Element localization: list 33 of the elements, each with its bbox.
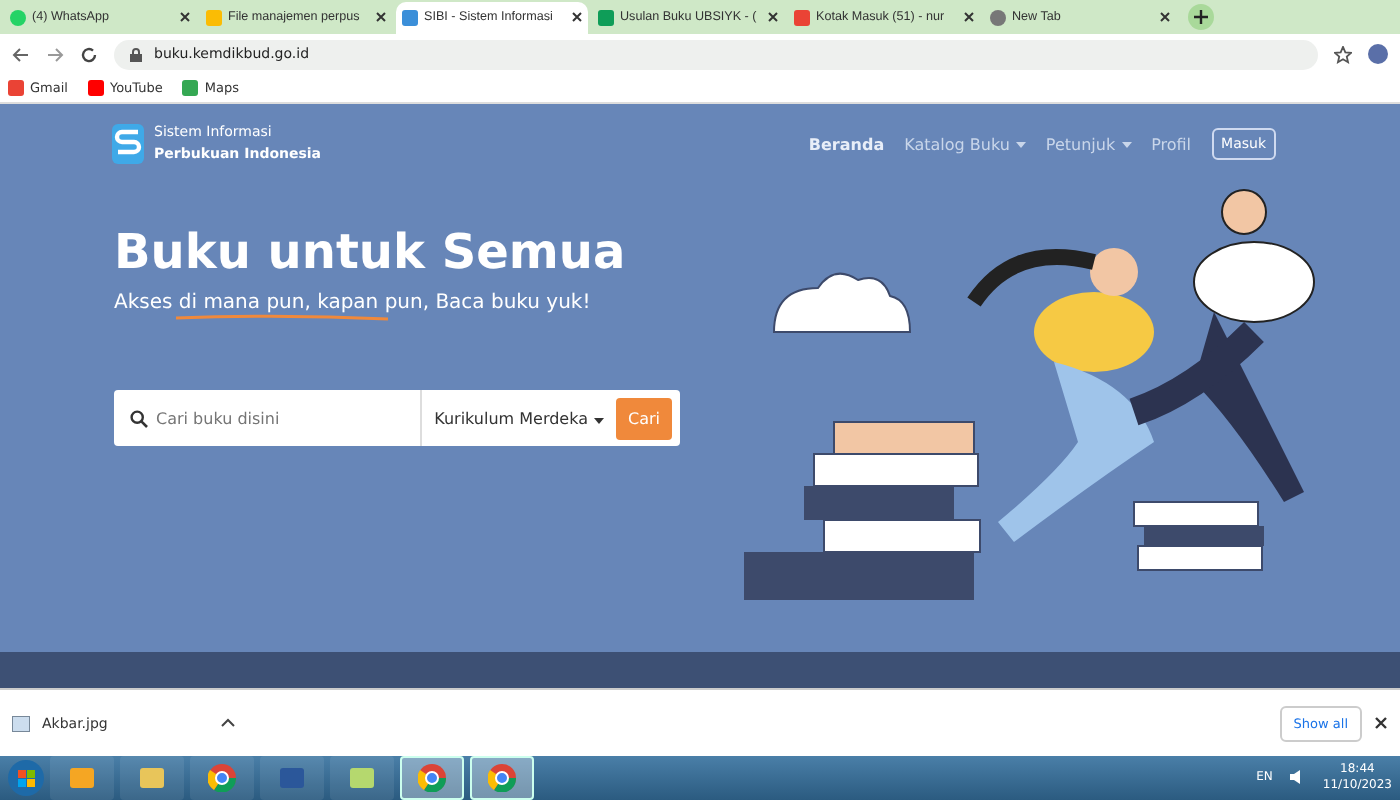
caret-icon[interactable]	[219, 718, 236, 729]
back-arrow-icon[interactable]	[12, 45, 30, 64]
logo-icon	[402, 9, 418, 26]
avatar-icon[interactable]	[1368, 44, 1388, 65]
image-file-icon	[12, 715, 30, 732]
browser-icon	[488, 763, 516, 792]
close-icon[interactable]	[768, 12, 778, 23]
taskbar-app[interactable]	[400, 755, 464, 800]
caret-icon	[594, 417, 604, 424]
close-icon[interactable]	[1374, 716, 1388, 731]
close-icon[interactable]	[964, 12, 974, 23]
reload-icon[interactable]	[80, 45, 98, 64]
star-icon[interactable]	[1334, 45, 1352, 64]
taskbar-app[interactable]	[470, 755, 534, 800]
logo-icon	[112, 124, 144, 165]
browser-icon	[418, 763, 446, 792]
search-icon	[130, 409, 148, 428]
taskbar-app[interactable]	[50, 755, 114, 800]
taskbar-app[interactable]	[190, 755, 254, 800]
start-button-icon[interactable]	[8, 759, 44, 796]
taskbar-app[interactable]	[120, 755, 184, 800]
close-icon[interactable]	[180, 12, 190, 23]
close-icon[interactable]	[376, 12, 386, 23]
hero-title: Buku untuk Semua	[114, 224, 628, 281]
close-icon[interactable]	[572, 12, 582, 23]
taskbar-app[interactable]	[330, 755, 394, 800]
taskbar-app[interactable]	[260, 755, 324, 800]
hero-subtitle: Akses di mana pun, kapan pun, Baca buku yuk!	[114, 292, 593, 315]
browser-icon	[208, 763, 236, 792]
close-icon[interactable]	[1160, 12, 1170, 23]
new-tab-plus-icon[interactable]	[1188, 3, 1214, 30]
forward-arrow-icon[interactable]	[46, 45, 64, 64]
lock-icon	[130, 47, 142, 62]
